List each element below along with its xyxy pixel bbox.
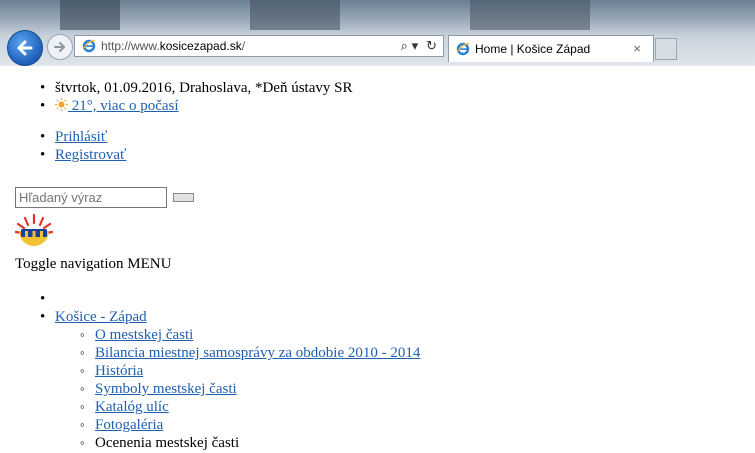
subnav-item: História: [0, 362, 755, 380]
nav-toggle[interactable]: Toggle navigation MENU: [15, 256, 171, 273]
weather-item: 21°, viac o počasí: [0, 97, 755, 115]
url-domain: kosicezapad.sk: [159, 39, 242, 53]
tab-home[interactable]: Home | Košice Západ ×: [448, 35, 654, 62]
register-link[interactable]: Registrovať: [55, 147, 126, 163]
register-item: Registrovať: [0, 146, 755, 164]
weather-text: 21°, viac o počasí: [68, 98, 179, 114]
subnav-item: Bilancia miestnej samosprávy za obdobie …: [0, 344, 755, 362]
address-tools: ⌕ ▾ ↻: [401, 38, 437, 54]
address-bar[interactable]: http://www.kosicezapad.sk/ ⌕ ▾ ↻: [74, 35, 444, 57]
subnav-item: Symboly mestskej časti: [0, 380, 755, 398]
browser-chrome: http://www.kosicezapad.sk/ ⌕ ▾ ↻ Home | …: [0, 0, 755, 66]
page-content: štvrtok, 01.09.2016, Drahoslava, *Deň ús…: [0, 66, 755, 452]
taskbar-shade: [470, 0, 590, 30]
subnav-link[interactable]: Fotogaléria: [95, 417, 163, 433]
top-info-list: štvrtok, 01.09.2016, Drahoslava, *Deň ús…: [0, 79, 755, 115]
subnav-link[interactable]: Ocenenia mestskej časti: [95, 435, 239, 451]
arrow-left-icon: [17, 40, 33, 56]
url-text: http://www.kosicezapad.sk/: [101, 39, 245, 53]
subnav-item: O mestskej časti: [0, 326, 755, 344]
nav-item-empty: [0, 290, 755, 308]
login-item: Prihlásiť: [0, 128, 755, 146]
arrow-right-icon: [54, 42, 65, 52]
refresh-icon[interactable]: ↻: [426, 38, 437, 54]
date-item: štvrtok, 01.09.2016, Drahoslava, *Deň ús…: [0, 79, 755, 97]
city-logo: [15, 214, 53, 246]
subnav-item: Ocenenia mestskej časti: [0, 434, 755, 452]
subnav-item: Katalóg ulíc: [0, 398, 755, 416]
search-form: [15, 187, 194, 208]
taskbar-shade: [250, 0, 340, 30]
subnav-link[interactable]: O mestskej časti: [95, 327, 193, 343]
back-button[interactable]: [7, 30, 43, 66]
ie-logo-icon: [456, 42, 470, 56]
subnav-link[interactable]: Katalóg ulíc: [95, 399, 169, 415]
url-prefix: http://www.: [101, 39, 160, 53]
main-nav: Košice - Západ: [0, 290, 755, 326]
subnav-link[interactable]: Symboly mestskej časti: [95, 381, 237, 397]
ie-logo-icon: [82, 39, 96, 53]
sun-icon: [55, 98, 68, 111]
search-button[interactable]: [173, 193, 194, 202]
close-tab-icon[interactable]: ×: [633, 41, 641, 56]
tab-title: Home | Košice Západ: [475, 42, 591, 56]
date-line: štvrtok, 01.09.2016, Drahoslava, *Deň ús…: [55, 80, 353, 96]
nav-link-kosice-zapad[interactable]: Košice - Západ: [55, 309, 147, 325]
search-input[interactable]: [15, 187, 167, 208]
subnav-item: Fotogaléria: [0, 416, 755, 434]
login-link[interactable]: Prihlásiť: [55, 129, 107, 145]
weather-link[interactable]: 21°, viac o počasí: [55, 98, 179, 114]
new-tab-button[interactable]: [655, 38, 677, 60]
search-dropdown-icon[interactable]: ⌕ ▾: [401, 38, 418, 54]
forward-button[interactable]: [47, 34, 73, 60]
subnav-link[interactable]: Bilancia miestnej samosprávy za obdobie …: [95, 345, 420, 361]
taskbar-shade: [60, 0, 120, 30]
nav-item-kosice-zapad: Košice - Západ: [0, 308, 755, 326]
url-suffix: /: [241, 39, 246, 53]
account-list: Prihlásiť Registrovať: [0, 128, 755, 164]
sub-nav: O mestskej časti Bilancia miestnej samosp…: [0, 326, 755, 452]
subnav-link[interactable]: História: [95, 363, 143, 379]
